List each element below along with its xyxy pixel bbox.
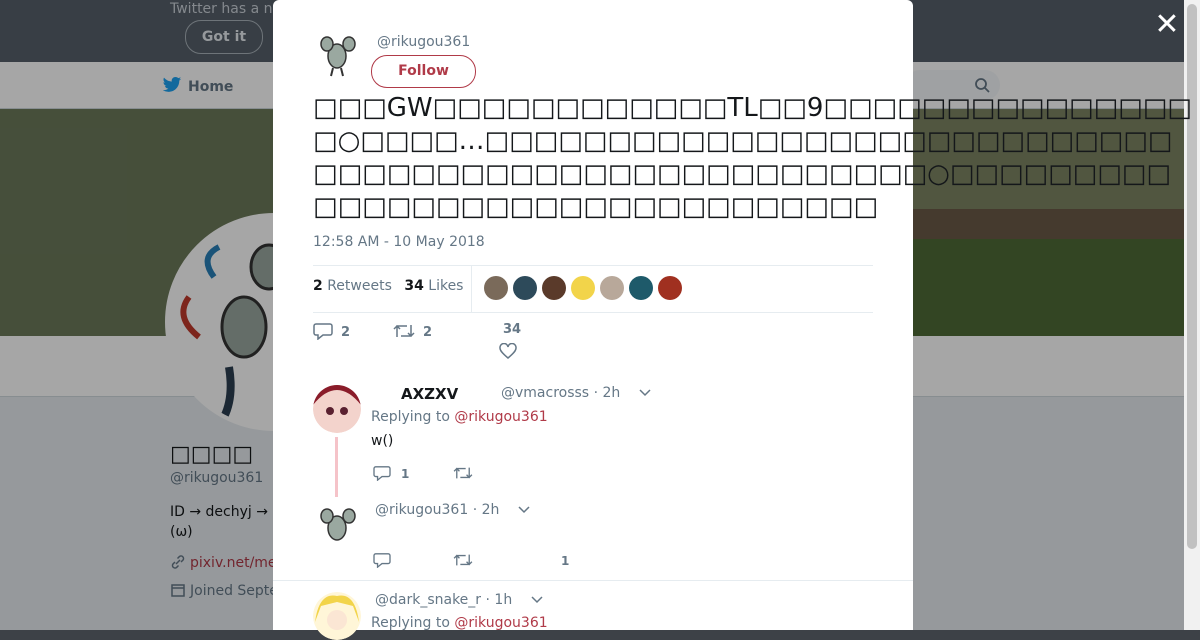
retweet-icon	[393, 324, 415, 338]
replying-to-handle[interactable]: @rikugou361	[454, 615, 547, 631]
reply-meta: @vmacrosss · 2h	[501, 385, 651, 401]
retweets-stat[interactable]: 2 Retweets	[313, 278, 392, 294]
reply-author-name[interactable]: AXZXV	[401, 385, 458, 403]
reply-action[interactable]: 2	[313, 322, 351, 341]
thread-line	[335, 437, 338, 497]
liker-avatar[interactable]	[629, 276, 653, 300]
replying-to-handle[interactable]: @rikugou361	[454, 409, 547, 425]
retweet-action[interactable]	[453, 465, 473, 481]
replying-to-prefix: Replying to	[371, 409, 450, 425]
tweet-modal: @rikugou361 Follow □□□GW□□□□□□□□□□□□TL□□…	[273, 0, 1192, 640]
likes-stat[interactable]: 34 Likes	[404, 278, 463, 294]
reply-icon	[373, 553, 391, 569]
replying-to-prefix: Replying to	[371, 615, 450, 631]
author-avatar[interactable]	[313, 30, 361, 78]
close-modal-button[interactable]: ✕	[1154, 10, 1180, 40]
reply-handle[interactable]: @vmacrosss	[501, 385, 589, 401]
reply-avatar[interactable]	[313, 502, 361, 550]
reply-avatar[interactable]	[313, 385, 361, 433]
reply-meta: @rikugou361 · 2h	[375, 502, 530, 518]
follow-button[interactable]: Follow	[371, 55, 476, 88]
likers-avatars	[484, 276, 687, 300]
reply-handle[interactable]: @rikugou361	[375, 502, 468, 518]
retweet-count: 2	[423, 325, 433, 340]
likes-count: 34	[404, 278, 424, 294]
liker-avatar[interactable]	[600, 276, 624, 300]
retweet-icon	[453, 554, 473, 566]
like-count: 34	[503, 322, 522, 337]
chevron-down-icon[interactable]	[531, 596, 543, 604]
reply-meta: @dark_snake_r · 1h	[375, 592, 543, 608]
scrollbar-thumb[interactable]	[1187, 4, 1197, 549]
liker-avatar[interactable]	[513, 276, 537, 300]
likes-label: Likes	[428, 278, 464, 294]
replying-to: Replying to @rikugou361	[371, 615, 548, 631]
like-count[interactable]: 1	[561, 554, 569, 568]
reply-time[interactable]: · 2h	[473, 502, 500, 518]
like-action[interactable]: 34	[499, 322, 525, 359]
tweet-text: □□□GW□□□□□□□□□□□□TL□□9□□□□□□□□□□□□□□□□○□…	[313, 93, 1192, 222]
chevron-down-icon[interactable]	[639, 389, 651, 397]
reply-handle[interactable]: @dark_snake_r	[375, 592, 481, 608]
reply-time[interactable]: · 2h	[594, 385, 621, 401]
reply-time[interactable]: · 1h	[486, 592, 513, 608]
author-handle[interactable]: @rikugou361	[377, 34, 470, 50]
tweet-timestamp[interactable]: 12:58 AM - 10 May 2018	[313, 234, 485, 250]
reply-action[interactable]	[373, 552, 391, 571]
retweet-action[interactable]: 2	[393, 322, 432, 340]
reply-count: 1	[401, 467, 410, 481]
divider	[313, 312, 873, 313]
reply-action[interactable]: 1	[373, 465, 410, 482]
liker-avatar[interactable]	[484, 276, 508, 300]
retweets-label: Retweets	[327, 278, 392, 294]
heart-icon	[499, 342, 517, 359]
reply-avatar[interactable]	[313, 592, 361, 640]
liker-avatar[interactable]	[571, 276, 595, 300]
divider	[273, 580, 913, 581]
tweet-stats: 2 Retweets 34 Likes	[313, 278, 463, 294]
reply-count: 2	[341, 325, 351, 340]
reply-icon	[373, 466, 391, 482]
stats-divider	[471, 266, 472, 312]
reply-text: w()	[371, 433, 394, 449]
retweet-action[interactable]	[453, 552, 473, 571]
liker-avatar[interactable]	[542, 276, 566, 300]
reply-icon	[313, 323, 333, 341]
replying-to: Replying to @rikugou361	[371, 409, 548, 425]
retweets-count: 2	[313, 278, 323, 294]
liker-avatar[interactable]	[658, 276, 682, 300]
retweet-icon	[453, 467, 473, 479]
divider	[313, 265, 873, 266]
chevron-down-icon[interactable]	[518, 506, 530, 514]
